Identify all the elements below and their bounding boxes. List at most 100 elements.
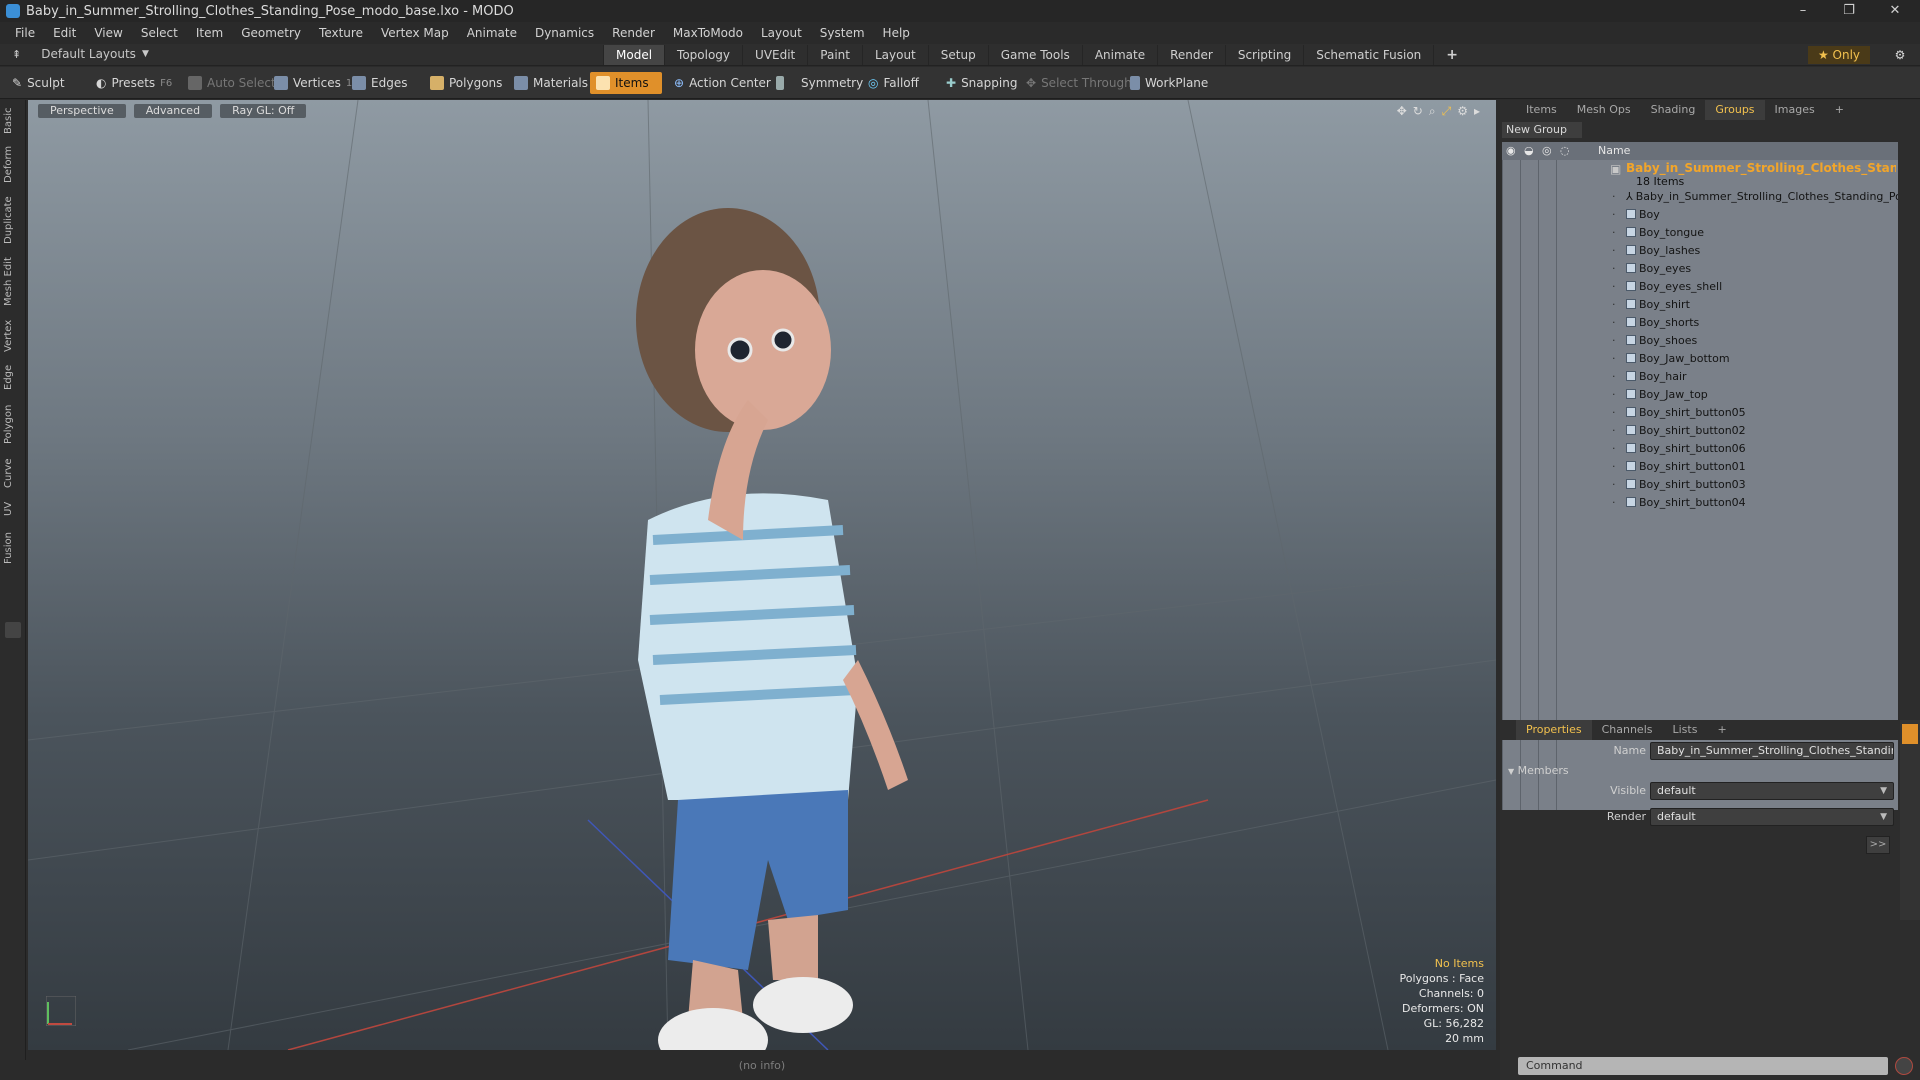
- menu-vertex-map[interactable]: Vertex Map: [372, 26, 458, 40]
- list-item[interactable]: · Boy_Jaw_bottom: [1502, 350, 1898, 368]
- list-item[interactable]: · ⅄ Baby_in_Summer_Strolling_Clothes_Stand…: [1502, 188, 1898, 206]
- maximize-icon[interactable]: ⤢: [1442, 104, 1452, 119]
- list-item[interactable]: · Boy_shorts: [1502, 314, 1898, 332]
- group-name-field[interactable]: Baby_in_Summer_Strolling_Clothes_Standin…: [1650, 742, 1894, 760]
- add-properties-tab-button[interactable]: +: [1707, 720, 1736, 740]
- viewport-menu-icon[interactable]: ▸: [1474, 104, 1480, 119]
- menu-animate[interactable]: Animate: [458, 26, 526, 40]
- snapping-button[interactable]: ✚ Snapping: [940, 72, 1023, 94]
- list-item[interactable]: · Boy_shirt: [1502, 296, 1898, 314]
- tab-curve[interactable]: Curve: [3, 456, 23, 490]
- menu-layout[interactable]: Layout: [752, 26, 811, 40]
- list-item[interactable]: · Boy_shirt_button03: [1502, 476, 1898, 494]
- menu-render[interactable]: Render: [603, 26, 664, 40]
- list-item[interactable]: · Boy_tongue: [1502, 224, 1898, 242]
- tab-schematic-fusion[interactable]: Schematic Fusion: [1303, 45, 1433, 65]
- layouts-dropdown[interactable]: ⇞ Default Layouts ▼: [12, 47, 149, 61]
- tab-game-tools[interactable]: Game Tools: [987, 45, 1082, 65]
- menu-file[interactable]: File: [6, 26, 44, 40]
- perspective-button[interactable]: Perspective: [38, 104, 126, 118]
- auto-select-button[interactable]: Auto Select: [182, 72, 282, 94]
- tab-layout[interactable]: Layout: [861, 45, 928, 65]
- toolbox-toggle-icon[interactable]: [5, 622, 21, 638]
- tab-items[interactable]: Items: [1516, 100, 1567, 120]
- tab-topology[interactable]: Topology: [664, 45, 742, 65]
- pan-icon[interactable]: ✥: [1397, 104, 1407, 119]
- menu-view[interactable]: View: [85, 26, 131, 40]
- action-center-button[interactable]: ⊕ Action Center: [668, 72, 777, 94]
- list-item[interactable]: · Boy_eyes_shell: [1502, 278, 1898, 296]
- visible-dropdown[interactable]: default ▼: [1650, 782, 1894, 800]
- side-tab-active[interactable]: [1902, 724, 1918, 744]
- vertices-button[interactable]: Vertices 1: [268, 72, 358, 94]
- tab-shading[interactable]: Shading: [1641, 100, 1706, 120]
- tab-setup[interactable]: Setup: [927, 45, 988, 65]
- list-item[interactable]: · Boy_shirt_button02: [1502, 422, 1898, 440]
- tab-paint[interactable]: Paint: [807, 45, 862, 65]
- falloff-button[interactable]: ◎ Falloff: [862, 72, 925, 94]
- menu-system[interactable]: System: [811, 26, 874, 40]
- select-icon[interactable]: ◌: [1560, 142, 1570, 160]
- rotate-icon[interactable]: ↻: [1413, 104, 1423, 119]
- tab-vertex[interactable]: Vertex: [3, 318, 23, 354]
- zoom-icon[interactable]: ⌕: [1429, 104, 1436, 119]
- raygl-button[interactable]: Ray GL: Off: [220, 104, 307, 118]
- tab-mesh-edit[interactable]: Mesh Edit: [3, 256, 23, 308]
- 3d-viewport[interactable]: Perspective Advanced Ray GL: Off ✥ ↻ ⌕ ⤢…: [28, 100, 1496, 1050]
- list-item[interactable]: · Boy_shirt_button04: [1502, 494, 1898, 512]
- gear-icon[interactable]: ⚙: [1890, 46, 1910, 64]
- new-group-button[interactable]: New Group: [1502, 122, 1582, 138]
- tab-render[interactable]: Render: [1157, 45, 1225, 65]
- tab-basic[interactable]: Basic: [3, 106, 23, 136]
- polygons-button[interactable]: Polygons: [424, 72, 508, 94]
- list-item[interactable]: · Boy_shirt_button05: [1502, 404, 1898, 422]
- symmetry-button[interactable]: Symmetry: [770, 72, 869, 94]
- advanced-button[interactable]: Advanced: [133, 104, 213, 118]
- menu-dynamics[interactable]: Dynamics: [526, 26, 603, 40]
- render-dropdown[interactable]: default ▼: [1650, 808, 1894, 826]
- add-tab-button[interactable]: +: [1433, 45, 1470, 65]
- menu-texture[interactable]: Texture: [310, 26, 372, 40]
- tab-uvedit[interactable]: UVEdit: [742, 45, 807, 65]
- sculpt-button[interactable]: ✎ Sculpt: [6, 72, 71, 94]
- tab-uv[interactable]: UV: [3, 498, 23, 520]
- tab-scripting[interactable]: Scripting: [1224, 45, 1303, 65]
- command-history-icon[interactable]: [1895, 1057, 1913, 1075]
- materials-button[interactable]: Materials: [508, 72, 594, 94]
- lock-icon[interactable]: ◎: [1542, 142, 1552, 160]
- select-through-button[interactable]: ✥ Select Through: [1020, 72, 1138, 94]
- list-item[interactable]: · Boy_lashes: [1502, 242, 1898, 260]
- tab-images[interactable]: Images: [1765, 100, 1825, 120]
- close-button[interactable]: ✕: [1872, 0, 1918, 22]
- tab-groups[interactable]: Groups: [1705, 100, 1765, 120]
- tab-mesh-ops[interactable]: Mesh Ops: [1567, 100, 1641, 120]
- add-panel-tab-button[interactable]: +: [1825, 100, 1854, 120]
- tab-channels[interactable]: Channels: [1592, 720, 1663, 740]
- tab-model[interactable]: Model: [603, 45, 665, 65]
- more-button[interactable]: >>: [1866, 836, 1890, 854]
- menu-help[interactable]: Help: [874, 26, 919, 40]
- render-icon[interactable]: ◒: [1524, 142, 1534, 160]
- list-item[interactable]: · Boy_eyes: [1502, 260, 1898, 278]
- eye-icon[interactable]: ◉: [1506, 142, 1516, 160]
- viewport-gear-icon[interactable]: ⚙: [1457, 104, 1468, 119]
- tab-fusion[interactable]: Fusion: [3, 530, 23, 566]
- list-item[interactable]: · Boy_shoes: [1502, 332, 1898, 350]
- tab-edge[interactable]: Edge: [3, 362, 23, 392]
- menu-item[interactable]: Item: [187, 26, 232, 40]
- list-item[interactable]: · Boy: [1502, 206, 1898, 224]
- menu-edit[interactable]: Edit: [44, 26, 85, 40]
- restore-button[interactable]: ❐: [1826, 0, 1872, 22]
- menu-maxtomodo[interactable]: MaxToModo: [664, 26, 752, 40]
- items-button[interactable]: Items: [590, 72, 662, 94]
- tab-lists[interactable]: Lists: [1663, 720, 1708, 740]
- tab-properties[interactable]: Properties: [1516, 720, 1592, 740]
- minimize-button[interactable]: –: [1780, 0, 1826, 22]
- workplane-button[interactable]: WorkPlane: [1124, 72, 1214, 94]
- command-input[interactable]: Command: [1518, 1057, 1888, 1075]
- menu-geometry[interactable]: Geometry: [232, 26, 310, 40]
- group-row[interactable]: ▣ Baby_in_Summer_Strolling_Clothes_Stand…: [1502, 160, 1898, 188]
- presets-button[interactable]: ◐ Presets F6: [90, 72, 178, 94]
- list-item[interactable]: · Boy_hair: [1502, 368, 1898, 386]
- tab-animate[interactable]: Animate: [1081, 45, 1157, 65]
